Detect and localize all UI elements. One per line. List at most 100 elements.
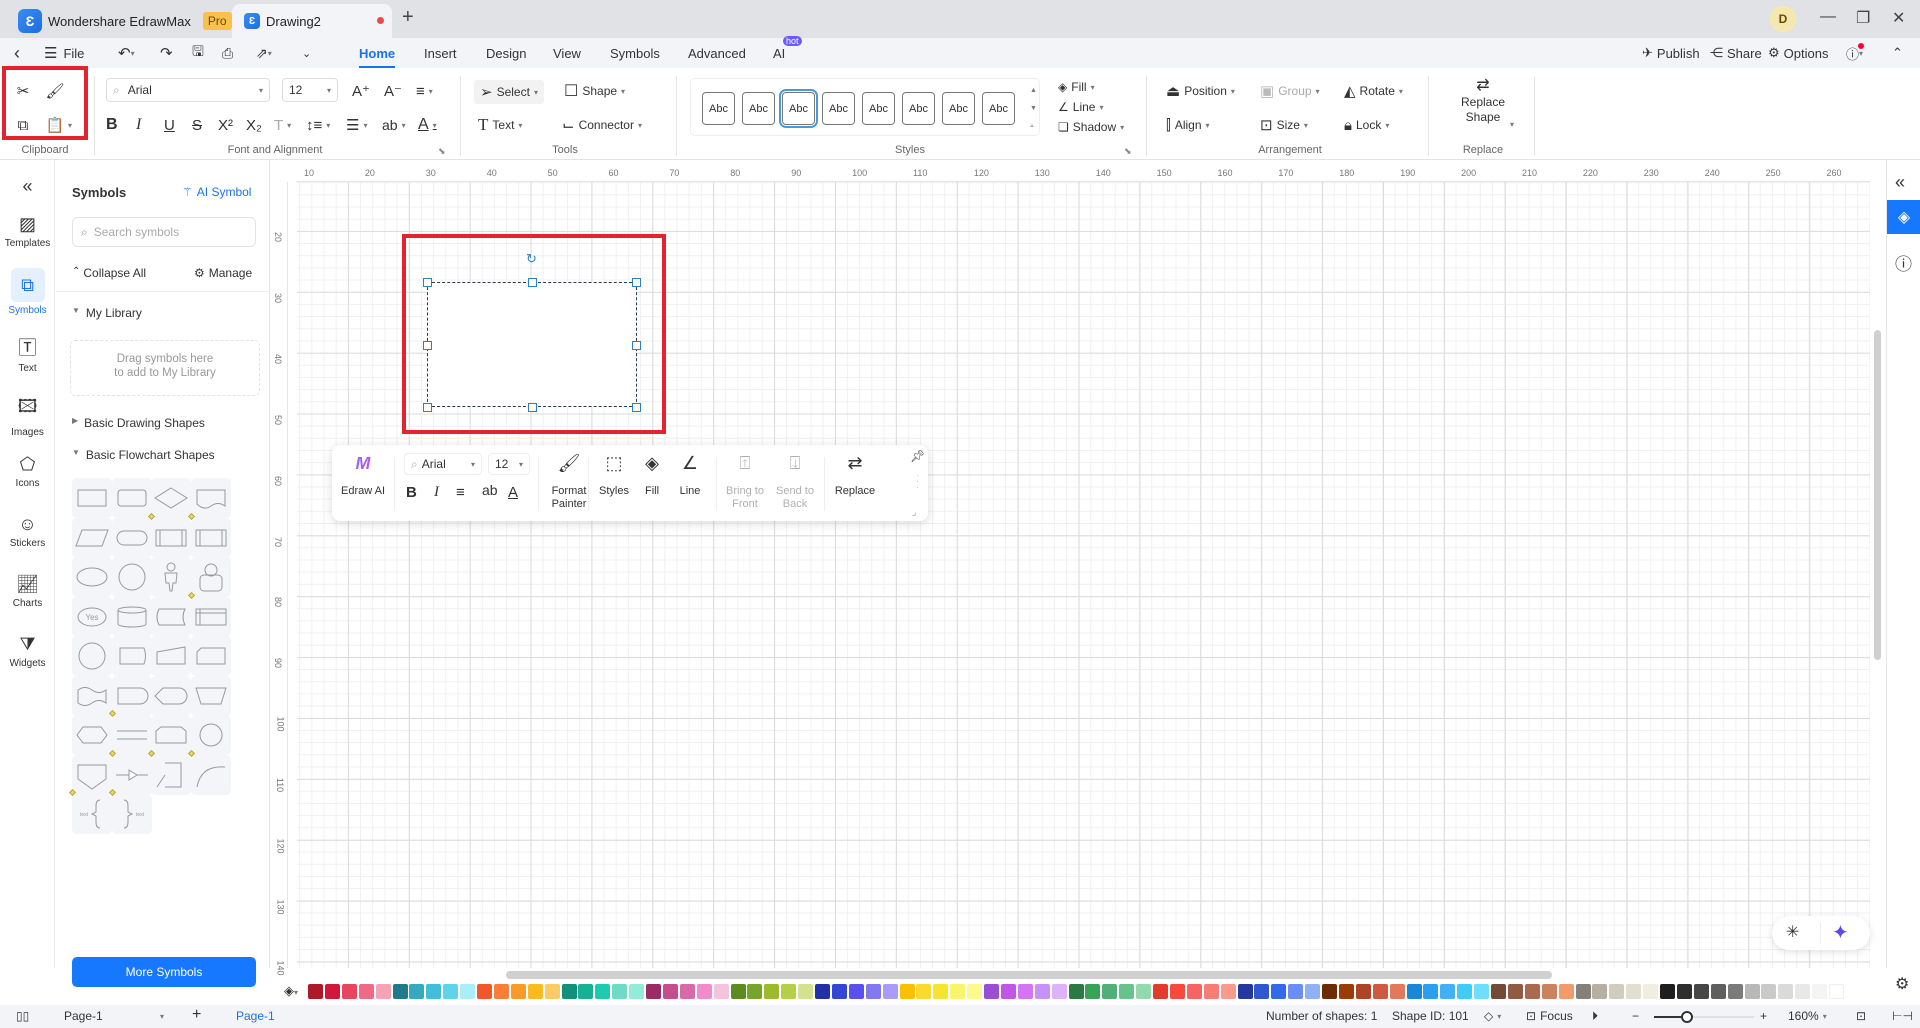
text-case-button[interactable]: ab: [482, 479, 498, 501]
font-color-button[interactable]: A ▾: [418, 114, 437, 136]
font-dialog-launcher-icon[interactable]: ⬊: [438, 146, 446, 157]
flowchart-shape[interactable]: [151, 596, 191, 637]
color-swatch[interactable]: [1372, 984, 1388, 999]
flowchart-shape[interactable]: [72, 675, 112, 716]
style-swatch-selected[interactable]: Abc: [779, 89, 818, 128]
color-swatch[interactable]: [1000, 984, 1016, 999]
fit-width-icon[interactable]: ⊢⊣: [1892, 1009, 1913, 1023]
edraw-ai-button[interactable]: M Edraw AI: [338, 454, 388, 498]
rail-charts[interactable]: 📈︎ Charts: [0, 574, 55, 609]
color-swatch[interactable]: [1169, 984, 1185, 999]
flowchart-shape[interactable]: [190, 715, 231, 755]
flowchart-shape[interactable]: text: [68, 788, 112, 834]
flowchart-shape[interactable]: [72, 517, 112, 558]
basic-drawing-shapes-header[interactable]: ▶ Basic Drawing Shapes: [72, 416, 205, 430]
bold-button[interactable]: B: [106, 114, 118, 136]
color-swatch[interactable]: [1102, 984, 1118, 999]
flowchart-shape[interactable]: [111, 478, 152, 518]
color-swatch[interactable]: [1541, 984, 1557, 999]
color-swatch[interactable]: [527, 984, 543, 999]
color-swatch[interactable]: [1068, 984, 1084, 999]
help-button[interactable]: ⓘ ▾: [1846, 38, 1864, 68]
restore-button[interactable]: ❐: [1856, 8, 1870, 28]
increase-font-button[interactable]: A⁺: [352, 80, 370, 102]
send-to-back-button[interactable]: ⍗ Send to Back: [772, 454, 818, 511]
vertical-scrollbar[interactable]: [1874, 330, 1881, 660]
color-swatch[interactable]: [1203, 984, 1219, 999]
color-swatch[interactable]: [358, 984, 374, 999]
color-swatch[interactable]: [916, 984, 932, 999]
user-avatar[interactable]: D: [1770, 6, 1796, 32]
color-swatch[interactable]: [1676, 984, 1692, 999]
flowchart-shape[interactable]: [187, 749, 231, 795]
add-page-button[interactable]: +: [192, 1006, 201, 1024]
color-swatch[interactable]: [933, 984, 949, 999]
undo-button[interactable]: ↶ ▾: [118, 38, 135, 68]
flowchart-shape[interactable]: [72, 557, 112, 597]
color-swatch[interactable]: [1812, 984, 1828, 999]
tab-view[interactable]: View: [553, 38, 581, 68]
focus-button[interactable]: ⊡ Focus: [1526, 1009, 1573, 1023]
color-swatch[interactable]: [1237, 984, 1253, 999]
rotate-handle-icon[interactable]: ↻: [526, 251, 537, 267]
more-quick-access-icon[interactable]: ⌄: [302, 38, 311, 68]
style-panel-button[interactable]: ◈: [1887, 200, 1920, 234]
fill-button[interactable]: ◈ Fill: [632, 454, 672, 498]
options-button[interactable]: ⚙ Options: [1768, 38, 1828, 68]
color-swatch[interactable]: [899, 984, 915, 999]
save-icon[interactable]: 🖫: [192, 38, 204, 68]
color-swatch[interactable]: [1271, 984, 1287, 999]
layers-button[interactable]: ◇ ▾: [1484, 1009, 1501, 1023]
color-swatch[interactable]: [1322, 984, 1337, 999]
rail-symbols[interactable]: ⧉ Symbols: [0, 268, 55, 316]
flowchart-shape[interactable]: [151, 675, 191, 716]
font-size-select[interactable]: 12 ▾: [282, 78, 338, 102]
color-swatch[interactable]: [1153, 984, 1168, 999]
share-button[interactable]: ⋲ Share: [1710, 38, 1762, 68]
line-spacing-button[interactable]: ↕≡ ▾: [306, 114, 330, 136]
rail-stickers[interactable]: ☺ Stickers: [0, 514, 55, 549]
zoom-slider[interactable]: [1654, 1011, 1754, 1023]
text-tool[interactable]: T Text ▾: [478, 114, 522, 136]
settings-icon[interactable]: ⚙: [1895, 974, 1909, 994]
flowchart-shape[interactable]: text: [108, 788, 152, 834]
more-symbols-button[interactable]: More Symbols: [72, 957, 256, 987]
color-swatch[interactable]: [882, 984, 898, 999]
help-icon[interactable]: ⓘ: [1895, 250, 1912, 275]
color-swatch[interactable]: [1254, 984, 1270, 999]
drag-handle-icon[interactable]: · · ·: [916, 471, 919, 493]
close-button[interactable]: ✕: [1892, 8, 1905, 28]
tab-home[interactable]: Home: [359, 38, 396, 68]
text-effect-button[interactable]: T ▾: [274, 114, 291, 136]
color-swatch[interactable]: [324, 984, 340, 999]
flowchart-shape[interactable]: Yes: [72, 596, 112, 637]
color-swatch[interactable]: [1744, 984, 1760, 999]
resize-handle[interactable]: [423, 403, 432, 412]
color-swatch[interactable]: [595, 984, 611, 999]
color-swatch[interactable]: [443, 984, 459, 999]
color-swatch[interactable]: [612, 984, 628, 999]
size-button[interactable]: ⊡ Size ▾: [1260, 114, 1308, 136]
color-swatch[interactable]: [1710, 984, 1726, 999]
color-swatch[interactable]: [967, 984, 983, 999]
color-swatch[interactable]: [460, 984, 476, 999]
color-swatch[interactable]: [1761, 984, 1777, 999]
color-swatch[interactable]: [1406, 984, 1422, 999]
color-swatch[interactable]: [747, 984, 763, 999]
my-library-header[interactable]: ▼ My Library: [72, 306, 142, 320]
color-swatch[interactable]: [1609, 984, 1625, 999]
flowchart-shape[interactable]: [111, 517, 152, 558]
color-swatch[interactable]: [1558, 984, 1574, 999]
flowchart-shape[interactable]: [111, 636, 152, 676]
ai-symbol-button[interactable]: ⚚ AI Symbol: [182, 185, 251, 199]
resize-corner-icon[interactable]: ⌟: [912, 507, 916, 518]
color-swatch[interactable]: [308, 984, 323, 999]
page-layout-icon[interactable]: ▯▯: [16, 1009, 29, 1023]
ai-star-icon[interactable]: ✦: [1832, 920, 1849, 945]
minimize-button[interactable]: —: [1820, 8, 1836, 26]
color-swatch[interactable]: [510, 984, 526, 999]
color-swatch[interactable]: [1119, 984, 1135, 999]
bold-button[interactable]: B: [406, 481, 417, 503]
style-swatch[interactable]: Abc: [862, 92, 895, 125]
resize-handle[interactable]: [528, 278, 537, 287]
